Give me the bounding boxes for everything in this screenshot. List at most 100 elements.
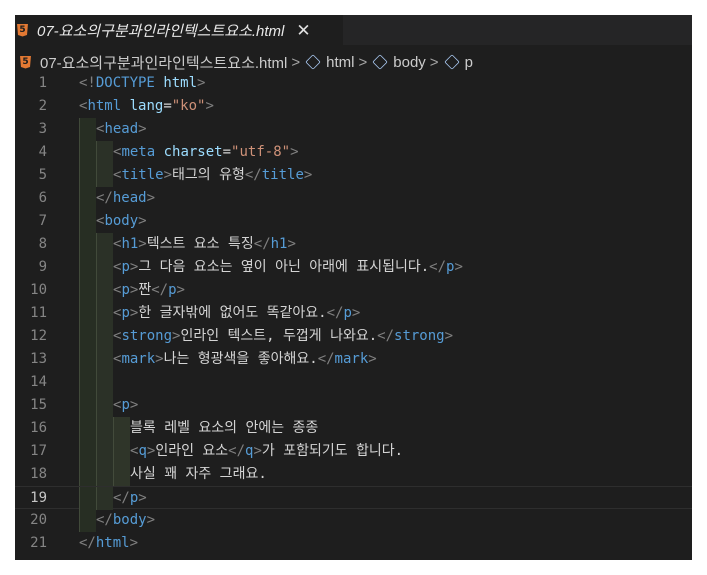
indent-guide bbox=[79, 279, 96, 302]
code-token: lang bbox=[129, 98, 164, 114]
code-text: <html lang="ko"> bbox=[79, 95, 214, 118]
code-line[interactable]: 6 </head> bbox=[15, 187, 692, 210]
code-line[interactable]: 10 <p>짠</p> bbox=[15, 279, 692, 302]
code-token: <! bbox=[79, 75, 96, 91]
breadcrumb-item-html[interactable]: html bbox=[326, 54, 354, 71]
indent-guide bbox=[96, 440, 113, 463]
code-line[interactable]: 13 <mark>나는 형광색을 좋아해요.</mark> bbox=[15, 348, 692, 371]
line-number: 12 bbox=[30, 328, 47, 344]
code-line[interactable]: 1 <!DOCTYPE html> bbox=[15, 72, 692, 95]
code-line[interactable]: 19 </p> bbox=[15, 486, 692, 510]
code-token: > bbox=[155, 351, 164, 367]
code-token: mark bbox=[121, 351, 156, 367]
code-line[interactable]: 4 <meta charset="utf-8"> bbox=[15, 141, 692, 164]
indent-guide bbox=[79, 302, 96, 325]
indent-guide bbox=[96, 371, 113, 394]
code-token: strong bbox=[394, 328, 445, 344]
element-cube-icon bbox=[305, 54, 321, 70]
indent-guide bbox=[79, 233, 96, 256]
code-text: </body> bbox=[96, 509, 155, 532]
code-line[interactable]: 2 <html lang="ko"> bbox=[15, 95, 692, 118]
code-line[interactable]: 9 <p>그 다음 요소는 옆이 아닌 아래에 표시됩니다.</p> bbox=[15, 256, 692, 279]
code-line[interactable]: 17 <q>인라인 요소</q>가 포함되기도 합니다. bbox=[15, 440, 692, 463]
code-line[interactable]: 15 <p> bbox=[15, 394, 692, 417]
code-token: html bbox=[95, 535, 130, 551]
code-token: </ bbox=[228, 443, 246, 459]
close-icon[interactable]: ✕ bbox=[296, 22, 310, 39]
line-number: 19 bbox=[30, 490, 47, 506]
line-number: 21 bbox=[30, 535, 47, 551]
code-token: charset bbox=[163, 144, 223, 160]
code-token: > bbox=[176, 282, 185, 298]
code-token: > bbox=[253, 443, 262, 459]
code-line[interactable]: 20 </body> bbox=[15, 509, 692, 532]
code-text: <mark>나는 형광색을 좋아해요.</mark> bbox=[113, 348, 377, 371]
code-text: <body> bbox=[96, 210, 147, 233]
code-token: > bbox=[146, 512, 156, 528]
indent-guide bbox=[79, 487, 96, 510]
code-text: <p>그 다음 요소는 옆이 아닌 아래에 표시됩니다.</p> bbox=[113, 256, 463, 279]
code-token: p bbox=[121, 259, 130, 275]
breadcrumb-item-body[interactable]: body bbox=[393, 54, 426, 71]
code-token: > bbox=[290, 144, 299, 160]
line-number: 18 bbox=[30, 466, 47, 482]
code-text: 사실 꽤 자주 그래요. bbox=[130, 463, 267, 486]
line-number: 13 bbox=[30, 351, 47, 367]
code-text: <p> bbox=[113, 394, 138, 417]
code-text: 블록 레벨 요소의 안에는 종종 bbox=[130, 417, 318, 440]
code-line[interactable]: 7 <body> bbox=[15, 210, 692, 233]
code-token: > bbox=[138, 121, 147, 137]
code-line[interactable]: 8 <h1>텍스트 요소 특징</h1> bbox=[15, 233, 692, 256]
code-token: head bbox=[104, 121, 139, 137]
indent-guide bbox=[96, 463, 113, 486]
breadcrumb-item-p[interactable]: p bbox=[465, 54, 473, 71]
code-token: > bbox=[146, 190, 156, 206]
indent-guide bbox=[79, 509, 96, 532]
html5-icon: 5 bbox=[20, 55, 31, 69]
code-token: > bbox=[138, 213, 147, 229]
code-token: "ko" bbox=[171, 98, 206, 114]
code-token: p bbox=[343, 305, 352, 321]
code-token: 짠 bbox=[138, 282, 152, 298]
indent-guide bbox=[79, 440, 96, 463]
element-cube-icon bbox=[372, 54, 388, 70]
breadcrumb-file[interactable]: 07-요소의구분과인라인텍스트요소.html bbox=[40, 52, 287, 73]
code-token: title bbox=[121, 167, 164, 183]
code-token: h1 bbox=[121, 236, 139, 252]
tab-bar: 5 07-요소의구분과인라인텍스트요소.html ✕ bbox=[15, 15, 692, 45]
code-token: meta bbox=[121, 144, 156, 160]
code-editor[interactable]: 1 <!DOCTYPE html> 2 <html lang="ko"> 3 <head>… bbox=[15, 72, 692, 560]
indent-guide bbox=[113, 440, 130, 463]
line-number: 11 bbox=[30, 305, 47, 321]
line-number: 10 bbox=[30, 282, 47, 298]
code-line[interactable]: 3 <head> bbox=[15, 118, 692, 141]
indent-guide bbox=[113, 463, 130, 486]
code-token: 나는 형광색을 좋아해요. bbox=[163, 351, 318, 367]
code-line[interactable]: 16 블록 레벨 요소의 안에는 종종 bbox=[15, 417, 692, 440]
indent-guide bbox=[96, 279, 113, 302]
code-text: <!DOCTYPE html> bbox=[79, 72, 205, 95]
code-line[interactable]: 21 </html> bbox=[15, 532, 692, 555]
indent-guide bbox=[96, 141, 113, 164]
code-token: </ bbox=[113, 490, 130, 506]
code-line[interactable]: 12 <strong>인라인 텍스트, 두껍게 나와요.</strong> bbox=[15, 325, 692, 348]
code-token: = bbox=[222, 144, 232, 160]
code-line[interactable]: 14 bbox=[15, 371, 692, 394]
code-token: > bbox=[138, 490, 147, 506]
code-token: > bbox=[129, 397, 139, 413]
editor-tab-active[interactable]: 5 07-요소의구분과인라인텍스트요소.html ✕ bbox=[15, 15, 343, 45]
indent-guide bbox=[96, 487, 113, 510]
indent-guide bbox=[96, 302, 113, 325]
code-token: > bbox=[163, 167, 173, 183]
code-line[interactable]: 5 <title>태그의 유형</title> bbox=[15, 164, 692, 187]
code-token: > bbox=[368, 351, 377, 367]
code-token: </ bbox=[317, 351, 335, 367]
code-text: <p>짠</p> bbox=[113, 279, 185, 302]
code-line[interactable]: 18 사실 꽤 자주 그래요. bbox=[15, 463, 692, 486]
indent-guide bbox=[79, 417, 96, 440]
html5-icon: 5 bbox=[17, 23, 28, 37]
code-token: </ bbox=[151, 282, 169, 298]
line-number: 5 bbox=[38, 167, 47, 183]
code-line[interactable]: 11 <p>한 글자밖에 없어도 똑같아요.</p> bbox=[15, 302, 692, 325]
